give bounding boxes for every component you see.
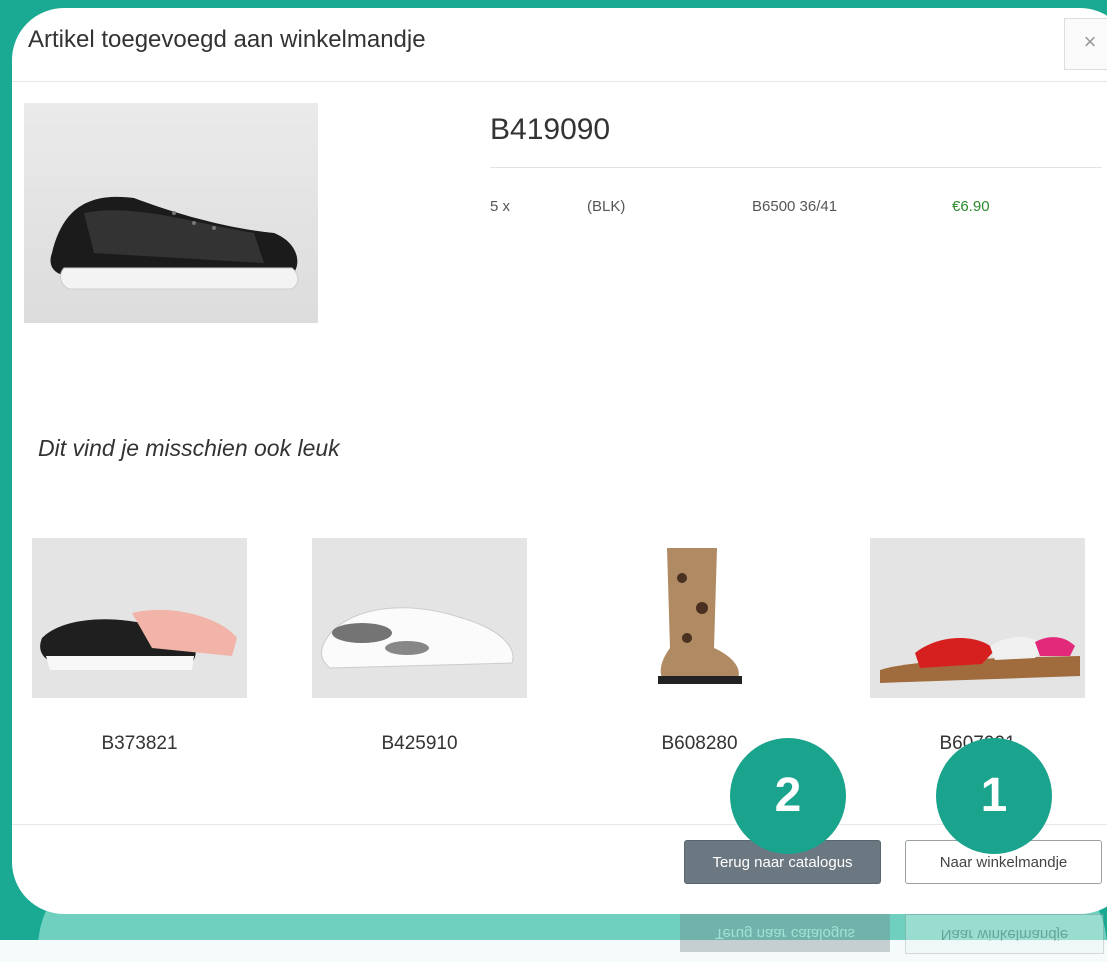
product-color: (BLK): [587, 198, 626, 215]
close-button[interactable]: ×: [1064, 18, 1107, 70]
product-code: B419090: [490, 113, 611, 146]
recommended-product-image[interactable]: [32, 538, 247, 698]
recommended-product-image[interactable]: [312, 538, 527, 698]
recommended-product[interactable]: B608280: [592, 538, 807, 754]
product-divider: [490, 167, 1102, 168]
recommended-product-code[interactable]: B373821: [32, 733, 247, 755]
modal-header: Artikel toegevoegd aan winkelmandje ×: [12, 8, 1107, 82]
recommended-product-code[interactable]: B425910: [312, 733, 527, 755]
product-variant: B6500 36/41: [752, 198, 838, 215]
recommended-product-image[interactable]: [870, 538, 1085, 698]
back-button-reflection: Terug naar catalogus: [680, 914, 890, 952]
product-price: €6.90: [952, 198, 990, 215]
product-image: [24, 103, 318, 323]
recommendations-title: Dit vind je misschien ook leuk: [38, 435, 340, 461]
modal-title: Artikel toegevoegd aan winkelmandje: [28, 26, 426, 53]
recommended-product-image[interactable]: [592, 538, 807, 698]
annotation-badge-2: 2: [730, 738, 846, 854]
recommended-product[interactable]: B425910: [312, 538, 527, 754]
product-quantity: 5 x: [490, 198, 511, 215]
recommended-product[interactable]: B607001: [870, 538, 1085, 754]
recommended-product[interactable]: B373821: [32, 538, 247, 754]
annotation-badge-1: 1: [936, 738, 1052, 854]
cart-button-reflection: Naar winkelmandje: [905, 914, 1104, 954]
